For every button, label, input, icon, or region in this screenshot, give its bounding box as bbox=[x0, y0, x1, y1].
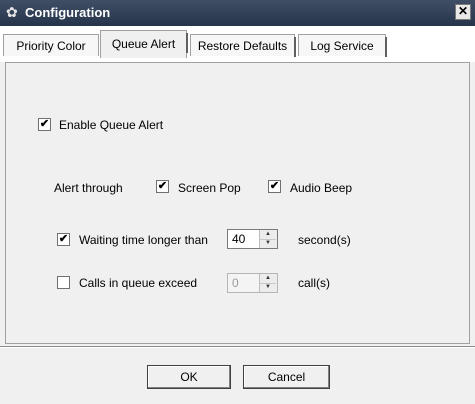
tab-strip: Priority Color Queue Alert Restore Defau… bbox=[0, 26, 475, 62]
waiting-time-spinner[interactable]: 40 ▲ ▼ bbox=[227, 229, 278, 249]
tab-separator bbox=[294, 37, 296, 57]
configuration-dialog: ✿ Configuration ✕ Priority Color Queue A… bbox=[0, 0, 475, 404]
screen-pop-checkbox[interactable]: ✔ bbox=[156, 180, 169, 193]
calls-in-queue-label: Calls in queue exceed bbox=[79, 276, 198, 290]
tab-label: Queue Alert bbox=[111, 37, 176, 51]
spinner-buttons: ▲ ▼ bbox=[259, 230, 277, 248]
cancel-button[interactable]: Cancel bbox=[243, 365, 330, 389]
tab-label: Restore Defaults bbox=[197, 39, 288, 53]
screen-pop-label: Screen Pop bbox=[178, 181, 241, 195]
enable-queue-alert-label: Enable Queue Alert bbox=[59, 118, 164, 132]
tab-queue-alert[interactable]: Queue Alert bbox=[100, 30, 188, 58]
gear-icon: ✿ bbox=[6, 4, 18, 20]
waiting-time-value[interactable]: 40 bbox=[232, 232, 245, 246]
tab-restore-defaults[interactable]: Restore Defaults bbox=[190, 34, 296, 57]
footer-divider bbox=[0, 346, 475, 348]
tab-label: Log Service bbox=[310, 39, 374, 53]
audio-beep-label: Audio Beep bbox=[290, 181, 353, 195]
enable-queue-alert-checkbox[interactable]: ✔ bbox=[38, 118, 51, 131]
close-button[interactable]: ✕ bbox=[455, 4, 471, 20]
waiting-time-label: Waiting time longer than bbox=[79, 233, 208, 247]
title-bar[interactable]: ✿ Configuration ✕ bbox=[0, 0, 475, 26]
ok-button[interactable]: OK bbox=[147, 365, 231, 389]
tab-separator bbox=[186, 33, 188, 53]
tab-priority-color[interactable]: Priority Color bbox=[3, 34, 99, 56]
tab-separator bbox=[385, 37, 387, 57]
tab-log-service[interactable]: Log Service bbox=[298, 34, 387, 57]
waiting-time-checkbox[interactable]: ✔ bbox=[57, 233, 70, 246]
calls-in-queue-checkbox[interactable] bbox=[57, 276, 70, 289]
calls-in-queue-unit: call(s) bbox=[298, 276, 330, 290]
calls-in-queue-value[interactable]: 0 bbox=[232, 276, 239, 290]
spin-down-icon[interactable]: ▼ bbox=[260, 239, 276, 248]
calls-in-queue-spinner[interactable]: 0 ▲ ▼ bbox=[227, 273, 278, 293]
audio-beep-checkbox[interactable]: ✔ bbox=[268, 180, 281, 193]
spin-down-icon[interactable]: ▼ bbox=[260, 283, 276, 292]
spinner-buttons: ▲ ▼ bbox=[259, 274, 277, 292]
queue-alert-panel: ✔ Enable Queue Alert Alert through ✔ Scr… bbox=[5, 62, 470, 344]
tab-label: Priority Color bbox=[16, 39, 86, 53]
alert-through-label: Alert through bbox=[54, 181, 123, 195]
window-title: Configuration bbox=[25, 5, 111, 20]
waiting-time-unit: second(s) bbox=[298, 233, 351, 247]
